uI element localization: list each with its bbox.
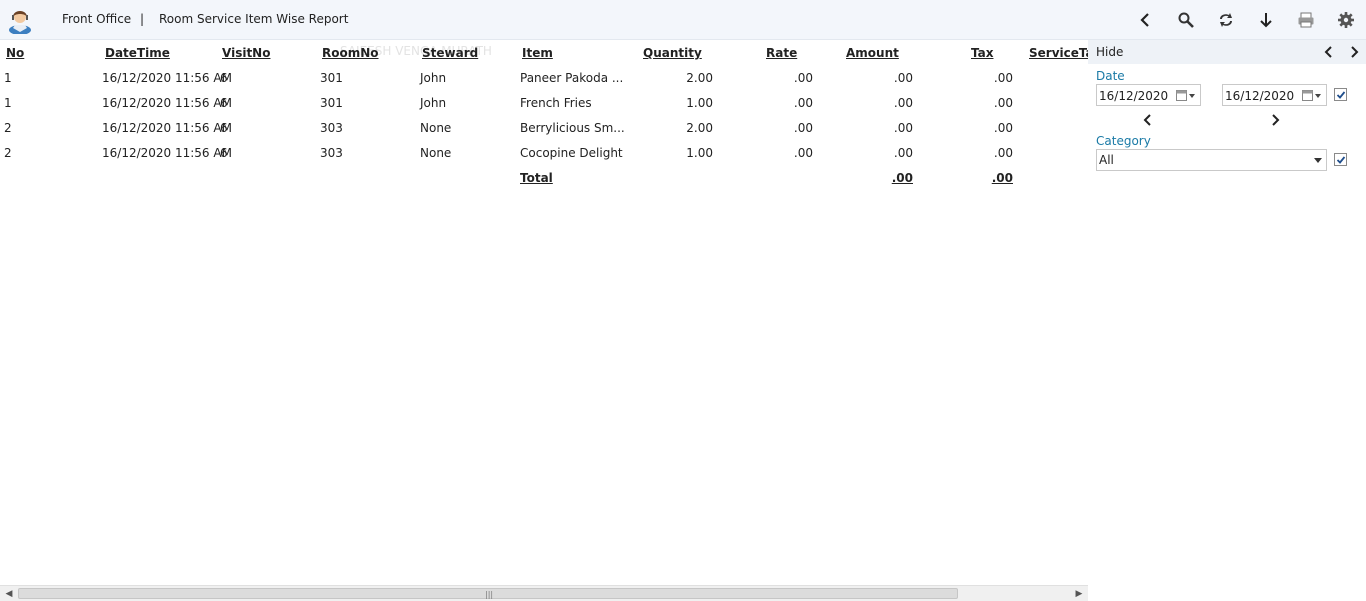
category-label: Category	[1096, 134, 1151, 148]
total-amount: .00	[891, 171, 913, 185]
cell-quantity: 1.00	[686, 96, 713, 110]
column-header-roomno[interactable]: RoomNo	[322, 46, 379, 60]
calendar-dropdown-icon[interactable]	[1176, 90, 1196, 102]
cell-steward: John	[420, 71, 447, 85]
chevron-right-icon[interactable]	[1345, 43, 1363, 61]
scroll-left-icon[interactable]: ◀	[2, 587, 16, 601]
settings-icon[interactable]	[1334, 8, 1358, 32]
total-label: Total	[520, 171, 553, 185]
cell-quantity: 2.00	[686, 121, 713, 135]
column-header-no[interactable]: No	[6, 46, 24, 60]
category-value: All	[1099, 153, 1114, 167]
cell-rate: .00	[793, 146, 813, 160]
column-header-quantity[interactable]: Quantity	[643, 46, 702, 60]
cell-item: Paneer Pakoda ...	[520, 71, 624, 85]
column-header-steward[interactable]: Steward	[422, 46, 478, 60]
date-to-value: 16/12/2020	[1225, 89, 1295, 103]
previous-date-icon[interactable]	[1140, 112, 1156, 128]
cell-visitno: 6	[220, 71, 228, 85]
calendar-dropdown-icon[interactable]	[1302, 90, 1322, 102]
column-header-amount[interactable]: Amount	[846, 46, 899, 60]
column-header-datetime[interactable]: DateTime	[105, 46, 170, 60]
horizontal-scrollbar[interactable]: ◀ ||| ▶	[0, 585, 1088, 601]
cell-no: 1	[4, 71, 12, 85]
cell-no: 1	[4, 96, 12, 110]
date-from-value: 16/12/2020	[1099, 89, 1169, 103]
date-to-field[interactable]: 16/12/2020	[1222, 84, 1327, 106]
cell-amount: .00	[893, 121, 913, 135]
cell-datetime: 16/12/2020 11:56 AM	[102, 71, 232, 85]
chevron-down-icon	[1314, 158, 1322, 163]
date-label: Date	[1096, 69, 1125, 83]
date-filter-checkbox[interactable]	[1334, 88, 1347, 101]
cell-amount: .00	[893, 71, 913, 85]
grip-icon: |||	[485, 590, 494, 599]
hide-panel-button[interactable]: Hide	[1096, 45, 1123, 59]
scrollbar-thumb[interactable]: |||	[18, 588, 958, 599]
column-header-item[interactable]: Item	[522, 46, 553, 60]
total-tax: .00	[991, 171, 1013, 185]
cell-no: 2	[4, 146, 12, 160]
cell-roomno: 303	[320, 121, 343, 135]
scroll-right-icon[interactable]: ▶	[1072, 587, 1086, 601]
print-icon[interactable]	[1294, 8, 1318, 32]
cell-tax: .00	[993, 121, 1013, 135]
cell-no: 2	[4, 121, 12, 135]
cell-datetime: 16/12/2020 11:56 AM	[102, 96, 232, 110]
download-icon[interactable]	[1254, 8, 1278, 32]
column-header-visitno[interactable]: VisitNo	[222, 46, 270, 60]
panel-header: Hide	[1088, 40, 1366, 64]
category-select[interactable]: All	[1096, 149, 1327, 171]
column-header-tax[interactable]: Tax	[971, 46, 993, 60]
cell-visitno: 6	[220, 121, 228, 135]
column-header-servicetax[interactable]: ServiceTax	[1029, 46, 1088, 60]
breadcrumb-separator: |	[140, 12, 145, 26]
back-icon[interactable]	[1134, 8, 1158, 32]
cell-visitno: 6	[220, 96, 228, 110]
cell-roomno: 301	[320, 71, 343, 85]
cell-roomno: 301	[320, 96, 343, 110]
report-viewer: SAJEESH VENGA MURATH No DateTime VisitNo…	[0, 40, 1088, 585]
cell-quantity: 1.00	[686, 146, 713, 160]
cell-steward: None	[420, 121, 452, 135]
filter-panel: Hide Date 16/12/2020 16/12/2020 Category…	[1088, 40, 1366, 601]
cell-tax: .00	[993, 71, 1013, 85]
top-toolbar: Front Office | Room Service Item Wise Re…	[0, 0, 1366, 40]
cell-rate: .00	[793, 71, 813, 85]
cell-item: Cocopine Delight	[520, 146, 623, 160]
cell-item: French Fries	[520, 96, 592, 110]
cell-tax: .00	[993, 96, 1013, 110]
category-filter-checkbox[interactable]	[1334, 153, 1347, 166]
cell-quantity: 2.00	[686, 71, 713, 85]
user-avatar-icon[interactable]	[7, 6, 33, 35]
search-icon[interactable]	[1174, 8, 1198, 32]
cell-roomno: 303	[320, 146, 343, 160]
cell-tax: .00	[993, 146, 1013, 160]
cell-amount: .00	[893, 96, 913, 110]
cell-datetime: 16/12/2020 11:56 AM	[102, 121, 232, 135]
cell-datetime: 16/12/2020 11:56 AM	[102, 146, 232, 160]
cell-rate: .00	[793, 121, 813, 135]
cell-amount: .00	[893, 146, 913, 160]
cell-item: Berrylicious Sm...	[520, 121, 625, 135]
cell-steward: John	[420, 96, 447, 110]
next-date-icon[interactable]	[1267, 112, 1283, 128]
cell-visitno: 6	[220, 146, 228, 160]
refresh-icon[interactable]	[1214, 8, 1238, 32]
cell-rate: .00	[793, 96, 813, 110]
column-header-rate[interactable]: Rate	[766, 46, 797, 60]
page-title: Room Service Item Wise Report	[159, 12, 349, 26]
cell-steward: None	[420, 146, 452, 160]
app-title[interactable]: Front Office	[62, 12, 131, 26]
date-from-field[interactable]: 16/12/2020	[1096, 84, 1201, 106]
chevron-left-icon[interactable]	[1320, 43, 1338, 61]
